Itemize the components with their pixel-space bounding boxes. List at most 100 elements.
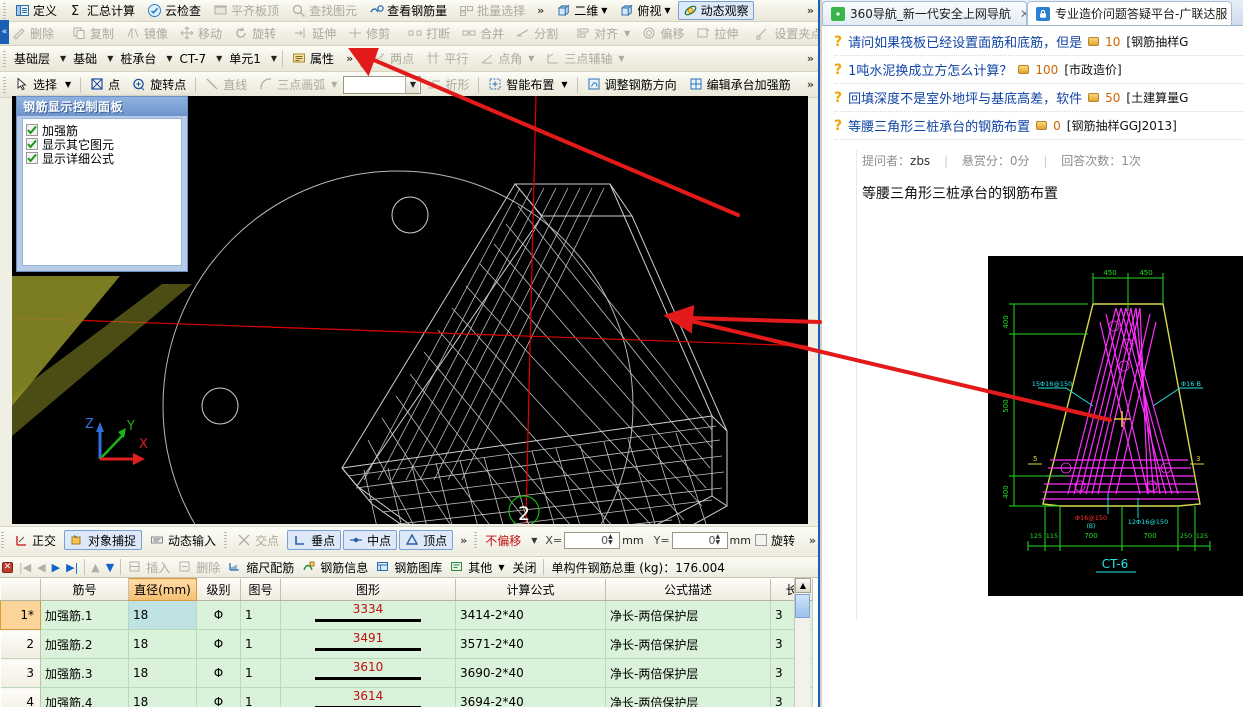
rebar-display-control-panel[interactable]: 钢筋显示控制面板 加强筋 显示其它图元 显示详细公式 xyxy=(16,96,188,272)
table-row[interactable]: 3 加强筋.3 18 Φ 1 3610 3690-2*40 净长-两倍保护层 3 xyxy=(0,658,813,688)
rebar-button-delete[interactable]: 删除 xyxy=(174,558,224,577)
checkbox-icon[interactable] xyxy=(26,124,38,136)
browser-tab-glodon-qa[interactable]: 专业造价问题答疑平台-广联达服 xyxy=(1027,1,1232,25)
col-header-shape[interactable]: 图形 xyxy=(280,578,456,601)
chevron-down-icon[interactable]: ▼ xyxy=(166,54,172,63)
row-index[interactable]: 2 xyxy=(0,629,41,659)
snap-button-midpoint[interactable]: 中点 xyxy=(343,530,398,550)
sidebar-collapse-handle[interactable]: « xyxy=(0,20,9,44)
cell-formula-desc[interactable]: 净长-两倍保护层 xyxy=(605,687,771,707)
chevron-down-icon[interactable]: ▼ xyxy=(664,6,670,15)
cell-grade[interactable]: Φ xyxy=(196,658,241,688)
toolbar-button-offset[interactable]: 偏移 xyxy=(637,24,689,43)
cell-fig-no[interactable]: 1 xyxy=(240,658,281,688)
question-title[interactable]: 回填深度不是室外地坪与基底高差，软件 xyxy=(848,88,1082,107)
cell-rebar-no[interactable]: 加强筋.1 xyxy=(40,600,129,630)
cell-grade[interactable]: Φ xyxy=(196,687,241,707)
toolbar-button-properties[interactable]: 属性 xyxy=(287,49,339,68)
chevron-down-icon[interactable]: ▼ xyxy=(561,80,567,89)
toolbar-button-edit-cap-rebar[interactable]: 编辑承台加强筋 xyxy=(684,75,796,94)
y-coordinate-input[interactable]: 0 ▲ ▼ xyxy=(671,531,728,549)
toolbar-button-stretch[interactable]: 拉伸 xyxy=(691,24,743,43)
combo-component-type[interactable]: 桩承台 ▼ xyxy=(115,49,174,68)
toolbar-button-parallel-axis[interactable]: 平行 xyxy=(421,49,473,68)
snap-button-perpendicular[interactable]: 垂点 xyxy=(287,530,342,550)
col-header-formula-desc[interactable]: 公式描述 xyxy=(605,578,771,601)
toolbar-button-point[interactable]: 点 xyxy=(85,75,125,94)
toolbar-button-set-grip[interactable]: 设置夹点 xyxy=(751,24,818,43)
toolbar-gripper[interactable] xyxy=(3,50,6,67)
axis-overflow-chevron[interactable]: » xyxy=(807,52,814,65)
toolbar-button-copy[interactable]: 复制 xyxy=(67,24,119,43)
list-item[interactable]: ? 等腰三角形三桩承台的钢筋布置 0 [钢筋抽样GGJ2013] xyxy=(834,112,1243,140)
list-item[interactable]: ? 1吨水泥换成立方怎么计算？ 100 [市政造价] xyxy=(834,56,1243,84)
cell-shape[interactable]: 3614 xyxy=(280,687,456,707)
toolbar-button-rotate-point[interactable]: 旋转点 xyxy=(127,75,191,94)
snap-button-ortho[interactable]: 正交 xyxy=(8,530,62,550)
cell-diameter[interactable]: 18 xyxy=(128,658,197,688)
toolbar-button-top-view[interactable]: 俯视 ▼ xyxy=(614,1,675,20)
snap-button-intersection[interactable]: 交点 xyxy=(231,530,285,550)
toolbar-button-trim[interactable]: 修剪 xyxy=(343,24,395,43)
cell-fig-no[interactable]: 1 xyxy=(240,629,281,659)
toolbar-button-move[interactable]: 移动 xyxy=(175,24,227,43)
rebar-detail-table[interactable]: 筋号 直径(mm) 级别 图号 图形 计算公式 公式描述 长 1* 加强筋.1 xyxy=(0,578,818,707)
combo-unit[interactable]: 单元1 ▼ xyxy=(224,49,279,68)
selector-overflow-chevron[interactable]: » xyxy=(340,52,359,65)
cell-formula-desc[interactable]: 净长-两倍保护层 xyxy=(605,658,771,688)
x-coordinate-input[interactable]: 0 ▲ ▼ xyxy=(564,531,621,549)
toolbar-button-find-element[interactable]: 查找图元 xyxy=(286,1,362,20)
snap-button-vertex[interactable]: 顶点 xyxy=(399,530,454,550)
toolbar-button-align-slab-top[interactable]: 平齐板顶 xyxy=(208,1,284,20)
move-up-icon[interactable]: ▲ xyxy=(88,561,102,574)
col-header-formula[interactable]: 计算公式 xyxy=(455,578,606,601)
cell-formula[interactable]: 3571-2*40 xyxy=(455,629,606,659)
toolbar-button-align[interactable]: 对齐 ▼ xyxy=(571,24,635,43)
scroll-up-icon[interactable]: ▲ xyxy=(795,578,811,593)
combo-floor-layer[interactable]: 基础层 ▼ xyxy=(9,49,68,68)
snapbar-overflow-chevron-right[interactable]: » xyxy=(809,534,816,547)
toolbar-button-three-point-arc[interactable]: 三点画弧 ▼ xyxy=(254,75,342,94)
toolbar-button-mirror[interactable]: 镜像 xyxy=(121,24,173,43)
cell-shape[interactable]: 3491 xyxy=(280,629,456,659)
col-header-index[interactable] xyxy=(0,578,41,601)
draw-overflow-chevron[interactable]: » xyxy=(807,78,814,91)
nav-next-icon[interactable]: ▶ xyxy=(49,561,63,574)
toolbar-button-polyline-shape[interactable]: 折形 xyxy=(422,75,474,94)
scrollbar-thumb[interactable] xyxy=(795,594,810,618)
toolbar-overflow-chevron-right[interactable]: » xyxy=(807,4,814,17)
rebar-button-other[interactable]: 其他 ▼ xyxy=(446,558,508,577)
toolbar-button-split[interactable]: 分割 xyxy=(511,24,563,43)
question-title[interactable]: 1吨水泥换成立方怎么计算？ xyxy=(848,60,1012,79)
combo-draw-mode[interactable]: ▼ xyxy=(343,75,422,94)
rebar-button-insert[interactable]: 插入 xyxy=(124,558,174,577)
statusbar-gripper[interactable] xyxy=(224,532,228,548)
combo-category[interactable]: 基础 ▼ xyxy=(68,49,115,68)
move-down-icon[interactable]: ▼ xyxy=(103,561,117,574)
toolbar-button-line[interactable]: 直线 xyxy=(200,75,252,94)
cell-shape[interactable]: 3334 xyxy=(280,600,456,630)
cell-fig-no[interactable]: 1 xyxy=(240,600,281,630)
table-row[interactable]: 4 加强筋.4 18 Φ 1 3614 3694-2*40 净长-两倍保护层 3 xyxy=(0,687,813,707)
snap-button-object-snap[interactable]: 对象捕捉 xyxy=(64,530,143,550)
chevron-down-icon[interactable]: ▼ xyxy=(498,563,504,572)
cell-formula[interactable]: 3690-2*40 xyxy=(455,658,606,688)
toolbar-button-define[interactable]: 定义 xyxy=(10,1,62,20)
table-row[interactable]: 1* 加强筋.1 18 Φ 1 3334 3414-2*40 净长-两倍保护层 xyxy=(0,600,813,630)
question-title[interactable]: 请问如果筏板已经设置面筋和底筋，但是 xyxy=(848,32,1082,51)
cad-drawing-image[interactable]: 450 450 400 500 400 125 115 700 700 250 … xyxy=(988,256,1243,596)
combo-offset-mode[interactable]: 不偏移 ▼ xyxy=(480,531,539,550)
row-index[interactable]: 3 xyxy=(0,658,41,688)
chevron-down-icon[interactable]: ▼ xyxy=(618,54,624,63)
statusbar-gripper[interactable] xyxy=(474,532,478,548)
cell-rebar-no[interactable]: 加强筋.4 xyxy=(40,687,129,707)
toolbar-button-break[interactable]: 打断 xyxy=(403,24,455,43)
nav-prev-icon[interactable]: ◀ xyxy=(34,561,48,574)
list-item[interactable]: ? 请问如果筏板已经设置面筋和底筋，但是 10 [钢筋抽样G xyxy=(834,28,1243,56)
checkbox-row-show-detailed-formula[interactable]: 显示详细公式 xyxy=(26,151,178,166)
toolbar-button-smart-layout[interactable]: 智能布置 ▼ xyxy=(483,75,572,94)
chevron-down-icon[interactable]: ▼ xyxy=(271,54,277,63)
question-title[interactable]: 等腰三角形三桩承台的钢筋布置 xyxy=(848,116,1030,135)
cell-rebar-no[interactable]: 加强筋.2 xyxy=(40,629,129,659)
rebar-button-close[interactable]: 关闭 xyxy=(508,558,540,577)
